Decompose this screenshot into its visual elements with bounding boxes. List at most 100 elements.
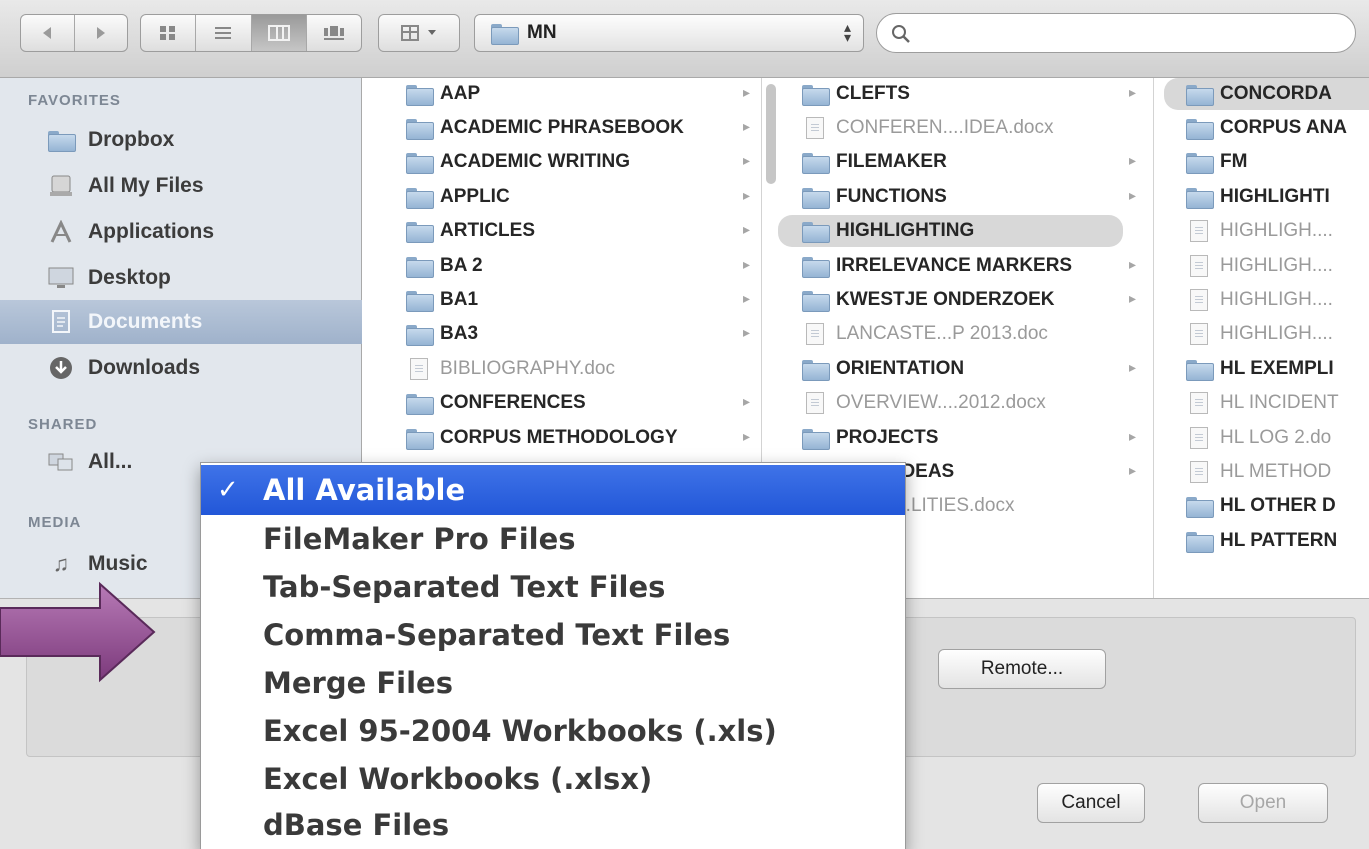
list-item[interactable]: HL INCIDENT: [1164, 387, 1369, 419]
list-item[interactable]: HIGHLIGH....: [1164, 318, 1369, 350]
desktop-icon: [44, 267, 78, 289]
back-button[interactable]: [21, 15, 75, 51]
all-files-icon: [44, 175, 78, 197]
menu-item-excel-xls[interactable]: Excel 95-2004 Workbooks (.xls): [201, 707, 905, 755]
cover-flow-button[interactable]: [307, 15, 361, 51]
menu-item-comma-separated[interactable]: Comma-Separated Text Files: [201, 611, 905, 659]
list-item[interactable]: HL PATTERN: [1164, 525, 1369, 557]
list-item[interactable]: ACADEMIC WRITING ▸: [382, 146, 762, 178]
folder-icon: [406, 256, 434, 278]
document-icon: [1190, 323, 1208, 345]
list-item[interactable]: AAP ▸: [382, 78, 762, 110]
list-item[interactable]: BIBLIOGRAPHY.doc: [382, 353, 762, 385]
sidebar-item-dropbox[interactable]: Dropbox: [0, 118, 362, 162]
folder-icon: [406, 152, 434, 174]
list-item-selected[interactable]: CONCORDA: [1164, 78, 1369, 110]
menu-item-merge-files[interactable]: Merge Files: [201, 659, 905, 707]
menu-item-filemaker-pro-files[interactable]: FileMaker Pro Files: [201, 515, 905, 563]
column-scrollbar[interactable]: [766, 84, 776, 184]
menu-item-label: Excel 95-2004 Workbooks (.xls): [263, 714, 777, 748]
list-item[interactable]: HL METHOD: [1164, 456, 1369, 488]
forward-button[interactable]: [75, 15, 128, 51]
list-view-button[interactable]: [196, 15, 252, 51]
document-icon: [1190, 461, 1208, 483]
folder-icon: [406, 428, 434, 450]
folder-icon: [406, 290, 434, 312]
folder-icon: [406, 187, 434, 209]
list-item[interactable]: BA3 ▸: [382, 318, 762, 350]
cancel-button[interactable]: Cancel: [1037, 783, 1145, 823]
menu-item-all-available[interactable]: ✓ All Available: [201, 465, 905, 515]
list-item[interactable]: HL LOG 2.do: [1164, 422, 1369, 454]
folder-icon: [1186, 359, 1214, 381]
document-icon: [806, 323, 824, 345]
sidebar-item-all-my-files[interactable]: All My Files: [0, 164, 362, 208]
list-item[interactable]: FILEMAKER ▸: [778, 146, 1148, 178]
path-popup[interactable]: MN ▴ ▾: [474, 14, 864, 52]
back-forward-group: [20, 14, 128, 52]
column-view-button[interactable]: [251, 15, 307, 51]
list-item[interactable]: OVERVIEW....2012.docx: [778, 387, 1148, 419]
list-view-icon: [215, 27, 232, 39]
sidebar-item-documents[interactable]: Documents: [0, 300, 362, 344]
chevron-right-icon: ▸: [742, 393, 750, 409]
list-item[interactable]: HL EXEMPLI: [1164, 353, 1369, 385]
list-item[interactable]: CONFEREN....IDEA.docx: [778, 112, 1148, 144]
chevron-right-icon: ▸: [1128, 359, 1136, 375]
list-item[interactable]: HIGHLIGHTI: [1164, 181, 1369, 213]
list-item[interactable]: ACADEMIC PHRASEBOOK ▸: [382, 112, 762, 144]
list-item[interactable]: KWESTJE ONDERZOEK ▸: [778, 284, 1148, 316]
document-icon: [806, 392, 824, 414]
search-input[interactable]: [919, 20, 1339, 46]
list-item[interactable]: PROJECTS ▸: [778, 422, 1148, 454]
sidebar-item-desktop[interactable]: Desktop: [0, 256, 362, 300]
list-item[interactable]: BA1 ▸: [382, 284, 762, 316]
list-item[interactable]: ORIENTATION ▸: [778, 353, 1148, 385]
menu-item-tab-separated[interactable]: Tab-Separated Text Files: [201, 563, 905, 611]
list-item[interactable]: ARTICLES ▸: [382, 215, 762, 247]
sidebar-section-favorites: FAVORITES: [28, 92, 121, 109]
open-button[interactable]: Open: [1198, 783, 1328, 823]
arrange-button[interactable]: [378, 14, 460, 52]
remote-button[interactable]: Remote...: [938, 649, 1106, 689]
menu-item-dbase-files[interactable]: dBase Files: [201, 801, 905, 849]
arrange-control[interactable]: [379, 15, 459, 51]
folder-icon: [1186, 496, 1214, 518]
icon-view-button[interactable]: [141, 15, 197, 51]
sidebar-item-downloads[interactable]: Downloads: [0, 346, 362, 390]
icon-view-icon: [160, 26, 176, 40]
menu-item-excel-xlsx[interactable]: Excel Workbooks (.xlsx): [201, 755, 905, 803]
list-item[interactable]: LANCASTE...P 2013.doc: [778, 318, 1148, 350]
list-item[interactable]: FM: [1164, 146, 1369, 178]
folder-icon: [802, 221, 830, 243]
sidebar-item-label: Downloads: [88, 356, 201, 379]
list-item[interactable]: HIGHLIGH....: [1164, 215, 1369, 247]
menu-item-label: Tab-Separated Text Files: [263, 570, 666, 604]
sidebar-item-applications[interactable]: Applications: [0, 210, 362, 254]
list-item[interactable]: IRRELEVANCE MARKERS ▸: [778, 250, 1148, 282]
list-item[interactable]: HIGHLIGH....: [1164, 250, 1369, 282]
folder-icon: [802, 359, 830, 381]
folder-icon: [406, 118, 434, 140]
document-icon: [1190, 427, 1208, 449]
list-item[interactable]: CONFERENCES ▸: [382, 387, 762, 419]
list-item[interactable]: CORPUS ANA: [1164, 112, 1369, 144]
search-icon: [892, 25, 910, 43]
list-item[interactable]: CORPUS METHODOLOGY ▸: [382, 422, 762, 454]
folder-icon: [1186, 531, 1214, 553]
folder-icon: [491, 23, 519, 45]
list-item[interactable]: FUNCTIONS ▸: [778, 181, 1148, 213]
chevron-right-icon: ▸: [1128, 152, 1136, 168]
menu-item-label: Comma-Separated Text Files: [263, 618, 731, 652]
list-item[interactable]: APPLIC ▸: [382, 181, 762, 213]
list-item[interactable]: HL OTHER D: [1164, 490, 1369, 522]
list-item[interactable]: BA 2 ▸: [382, 250, 762, 282]
list-item[interactable]: HIGHLIGH....: [1164, 284, 1369, 316]
search-field[interactable]: [876, 13, 1356, 53]
menu-item-label: FileMaker Pro Files: [263, 522, 576, 556]
list-item-selected[interactable]: HIGHLIGHTING: [778, 215, 1123, 247]
list-item[interactable]: CLEFTS ▸: [778, 78, 1148, 110]
chevron-right-icon: ▸: [1128, 290, 1136, 306]
document-icon: [806, 117, 824, 139]
chevron-right-icon: ▸: [742, 187, 750, 203]
